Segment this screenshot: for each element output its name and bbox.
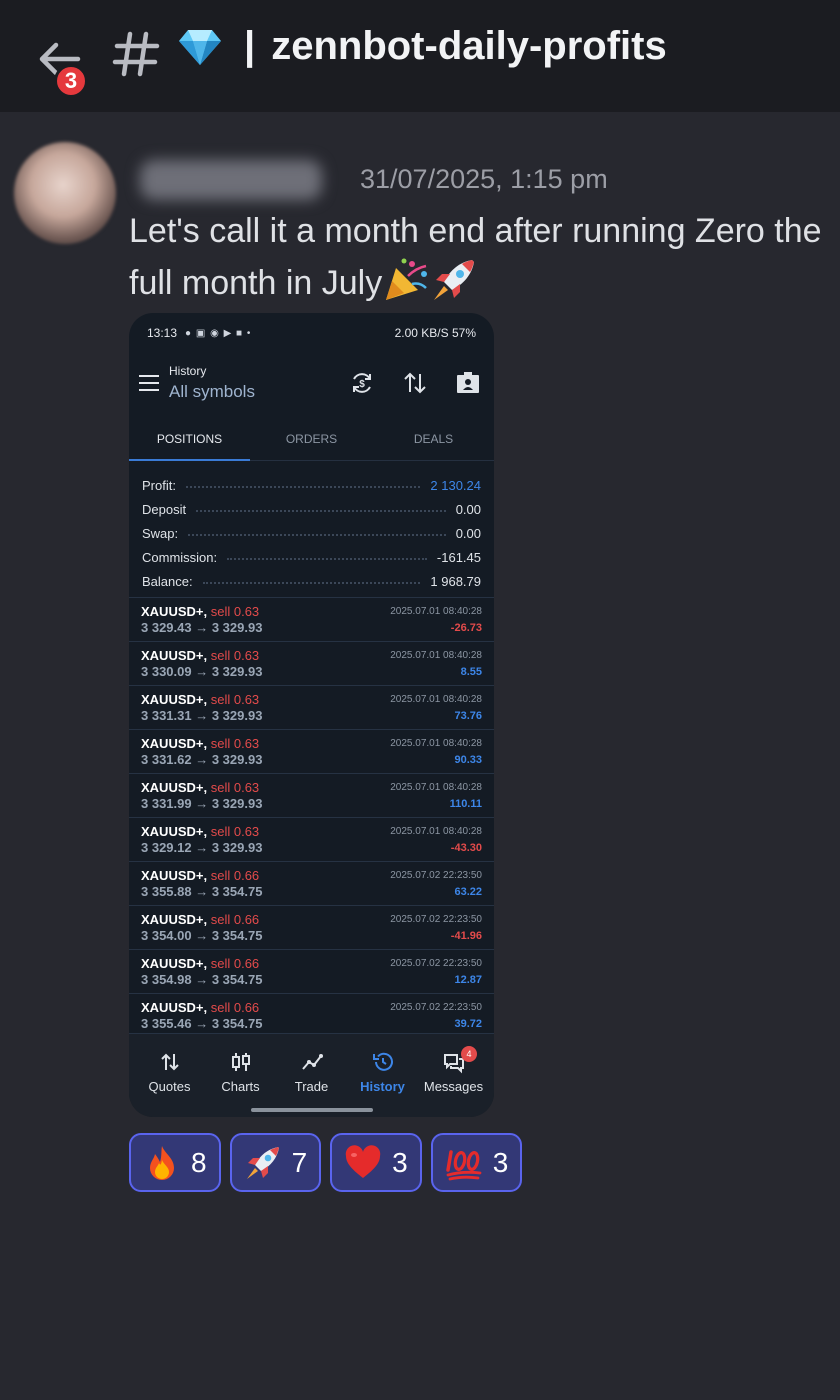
trade-line-icon bbox=[301, 1054, 323, 1070]
tab-positions[interactable]: POSITIONS bbox=[129, 417, 250, 461]
trade-row[interactable]: XAUUSD+, sell 0.66 3 355.46 → 3 354.75 2… bbox=[129, 993, 494, 1037]
rocket-icon bbox=[246, 1146, 279, 1179]
nav-trade[interactable]: Trade bbox=[275, 1044, 348, 1094]
avatar[interactable] bbox=[14, 142, 116, 244]
currency-refresh-icon[interactable]: $ bbox=[349, 370, 375, 396]
active-tab-indicator bbox=[129, 459, 250, 461]
summary-row-swap: Swap: 0.00 bbox=[142, 525, 481, 541]
rocket-icon bbox=[434, 260, 475, 300]
trade-row[interactable]: XAUUSD+, sell 0.63 3 331.62 → 3 329.93 2… bbox=[129, 729, 494, 773]
summary-row-deposit: Deposit 0.00 bbox=[142, 501, 481, 517]
text-channel-hash-icon bbox=[112, 31, 160, 77]
heart-icon bbox=[345, 1144, 381, 1178]
channel-header: 3 | zennbot-daily-profits bbox=[0, 0, 840, 112]
nav-messages[interactable]: 4 Messages bbox=[417, 1044, 490, 1094]
quotes-icon bbox=[160, 1053, 179, 1071]
party-popper-icon bbox=[386, 258, 428, 300]
app-toolbar: History All symbols $ bbox=[129, 353, 494, 417]
reaction-rocket[interactable]: 7 bbox=[229, 1133, 322, 1192]
report-icon[interactable] bbox=[455, 370, 481, 396]
message-timestamp: 31/07/2025, 1:15 pm bbox=[360, 164, 608, 194]
gem-icon bbox=[179, 29, 221, 65]
reaction-hundred[interactable]: 3 bbox=[430, 1133, 523, 1192]
reaction-fire[interactable]: 8 bbox=[129, 1133, 221, 1192]
trade-row[interactable]: XAUUSD+, sell 0.63 3 329.43 → 3 329.93 2… bbox=[129, 597, 494, 641]
trade-row[interactable]: XAUUSD+, sell 0.66 3 354.00 → 3 354.75 2… bbox=[129, 905, 494, 949]
trade-row[interactable]: XAUUSD+, sell 0.66 3 355.88 → 3 354.75 2… bbox=[129, 861, 494, 905]
channel-title[interactable]: | zennbot-daily-profits bbox=[178, 24, 667, 69]
nav-quotes[interactable]: Quotes bbox=[133, 1044, 206, 1094]
messages-badge: 4 bbox=[461, 1046, 477, 1062]
trade-list: XAUUSD+, sell 0.63 3 329.43 → 3 329.93 2… bbox=[129, 597, 494, 1037]
summary-row-balance: Balance: 1 968.79 bbox=[142, 573, 481, 589]
hundred-points-icon bbox=[445, 1149, 482, 1180]
toolbar-subtitle: History bbox=[169, 364, 207, 378]
trade-row[interactable]: XAUUSD+, sell 0.63 3 331.99 → 3 329.93 2… bbox=[129, 773, 494, 817]
tab-orders[interactable]: ORDERS bbox=[251, 417, 372, 461]
nav-charts[interactable]: Charts bbox=[204, 1044, 277, 1094]
tab-deals[interactable]: DEALS bbox=[373, 417, 494, 461]
status-right: 2.00 KB/S 57% bbox=[394, 326, 476, 340]
unread-badge: 3 bbox=[54, 64, 88, 98]
summary-row-profit: Profit: 2 130.24 bbox=[142, 477, 481, 493]
fire-icon bbox=[150, 1145, 174, 1180]
username-blurred[interactable] bbox=[140, 160, 322, 200]
home-indicator bbox=[251, 1108, 373, 1112]
reaction-bar: 8 7 3 3 bbox=[129, 1133, 523, 1192]
candlestick-icon bbox=[231, 1053, 250, 1071]
nav-history[interactable]: History bbox=[346, 1044, 419, 1094]
trade-row[interactable]: XAUUSD+, sell 0.66 3 354.98 → 3 354.75 2… bbox=[129, 949, 494, 993]
summary-row-commission: Commission: -161.45 bbox=[142, 549, 481, 565]
bottom-navigation: Quotes Charts Trade History 4 Messages bbox=[129, 1033, 494, 1117]
title-separator: | bbox=[244, 24, 256, 68]
menu-icon[interactable] bbox=[139, 375, 159, 391]
svg-text:$: $ bbox=[359, 379, 365, 390]
account-summary: Profit: 2 130.24 Deposit 0.00 Swap: 0.00 Co… bbox=[129, 461, 494, 597]
toolbar-title[interactable]: All symbols bbox=[169, 382, 255, 402]
message-text: Let's call it a month end after running … bbox=[129, 206, 829, 308]
trade-row[interactable]: XAUUSD+, sell 0.63 3 331.31 → 3 329.93 2… bbox=[129, 685, 494, 729]
notification-icons: ● ▣ ◉ ▶ ■ • bbox=[185, 327, 252, 339]
trade-row[interactable]: XAUUSD+, sell 0.63 3 330.09 → 3 329.93 2… bbox=[129, 641, 494, 685]
history-tabs: POSITIONS ORDERS DEALS bbox=[129, 417, 494, 461]
channel-name: zennbot-daily-profits bbox=[271, 24, 667, 68]
sort-icon[interactable] bbox=[402, 370, 428, 396]
history-clock-icon bbox=[372, 1052, 393, 1071]
status-bar: 13:13 ● ▣ ◉ ▶ ■ • 2.00 KB/S 57% bbox=[129, 313, 494, 353]
status-time: 13:13 bbox=[147, 326, 178, 340]
reaction-heart[interactable]: 3 bbox=[330, 1133, 422, 1192]
attached-screenshot[interactable]: 13:13 ● ▣ ◉ ▶ ■ • 2.00 KB/S 57% History … bbox=[129, 313, 494, 1117]
trade-row[interactable]: XAUUSD+, sell 0.63 3 329.12 → 3 329.93 2… bbox=[129, 817, 494, 861]
